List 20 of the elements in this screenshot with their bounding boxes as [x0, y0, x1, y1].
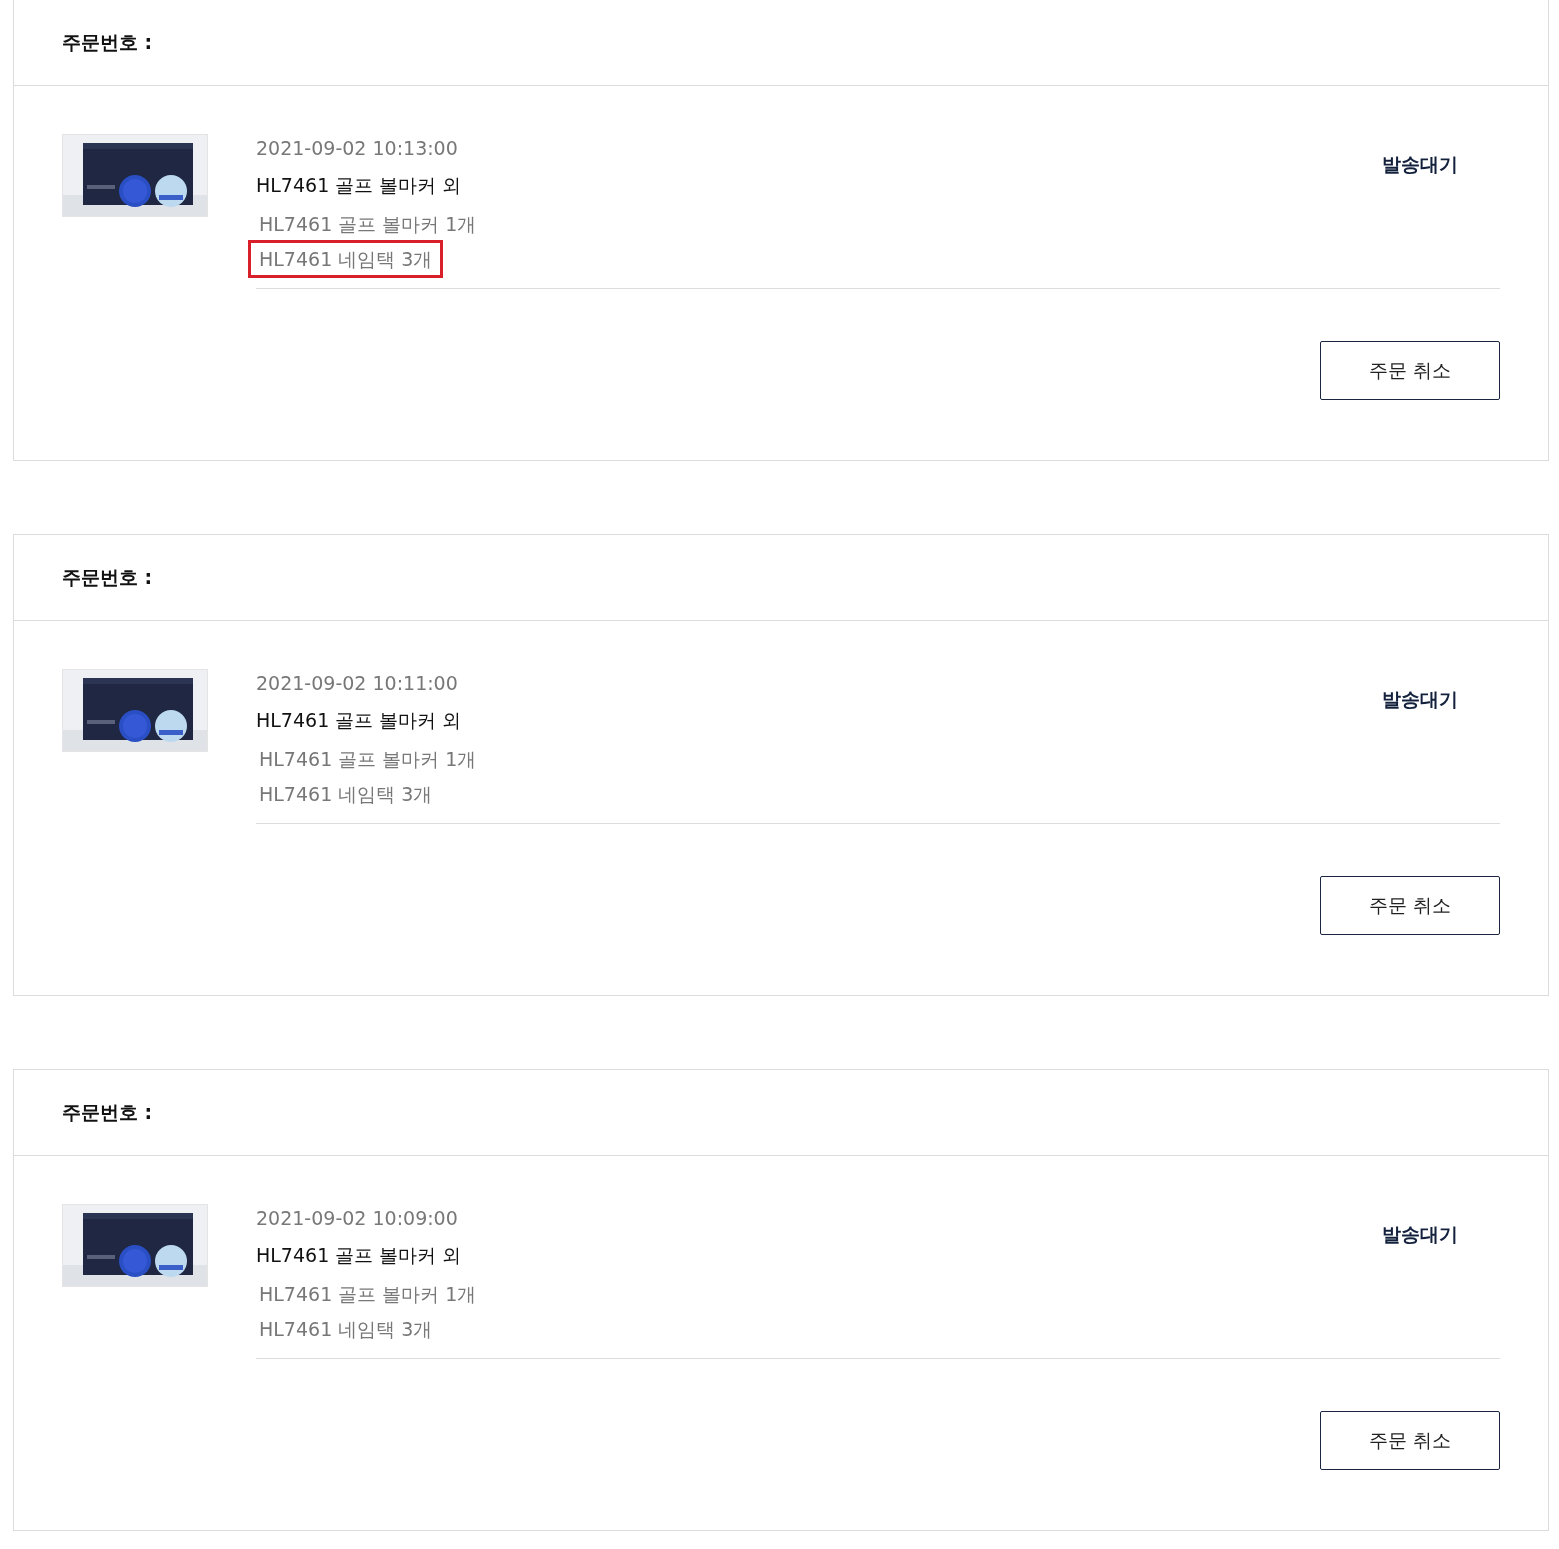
order-number-label: 주문번호 :: [62, 564, 153, 590]
product-title: HL7461 골프 볼마커 외: [256, 173, 462, 198]
order-date: 2021-09-02 10:09:00: [256, 1206, 458, 1231]
cancel-order-button[interactable]: 주문 취소: [1320, 1411, 1500, 1470]
order-status: 발송대기: [1382, 152, 1458, 177]
order-status: 발송대기: [1382, 687, 1458, 712]
product-title: HL7461 골프 볼마커 외: [256, 708, 462, 733]
cancel-order-button[interactable]: 주문 취소: [1320, 876, 1500, 935]
item-line: HL7461 네임택 3개: [258, 1317, 434, 1342]
order-status: 발송대기: [1382, 1222, 1458, 1247]
product-title: HL7461 골프 볼마커 외: [256, 1243, 462, 1268]
item-line: HL7461 골프 볼마커 1개: [258, 212, 478, 237]
order-number-label: 주문번호 :: [62, 1099, 153, 1125]
order-date: 2021-09-02 10:11:00: [256, 671, 458, 696]
item-line: HL7461 골프 볼마커 1개: [258, 1282, 478, 1307]
order-date: 2021-09-02 10:13:00: [256, 136, 458, 161]
item-line: HL7461 골프 볼마커 1개: [258, 747, 478, 772]
cancel-order-button[interactable]: 주문 취소: [1320, 341, 1500, 400]
item-line: HL7461 네임택 3개: [258, 782, 434, 807]
order-number-label: 주문번호 :: [62, 29, 153, 55]
